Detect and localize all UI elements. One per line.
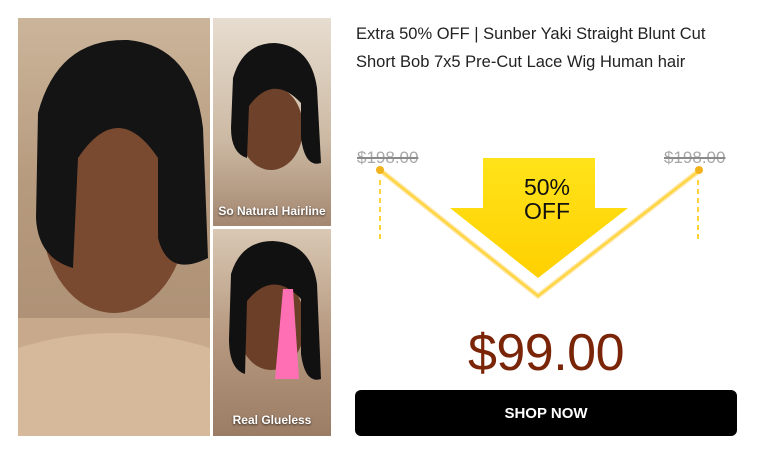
discount-off: OFF (524, 198, 570, 224)
original-price-right: $198.00 (664, 148, 726, 167)
sale-price: $99.00 (467, 324, 625, 382)
shop-now-button[interactable]: SHOP NOW (355, 390, 737, 436)
discount-percent: 50% (523, 174, 571, 200)
original-price-left: $198.00 (357, 148, 419, 167)
discount-badge: 50% OFF (500, 175, 594, 223)
discount-arrow-graphic (376, 158, 703, 300)
